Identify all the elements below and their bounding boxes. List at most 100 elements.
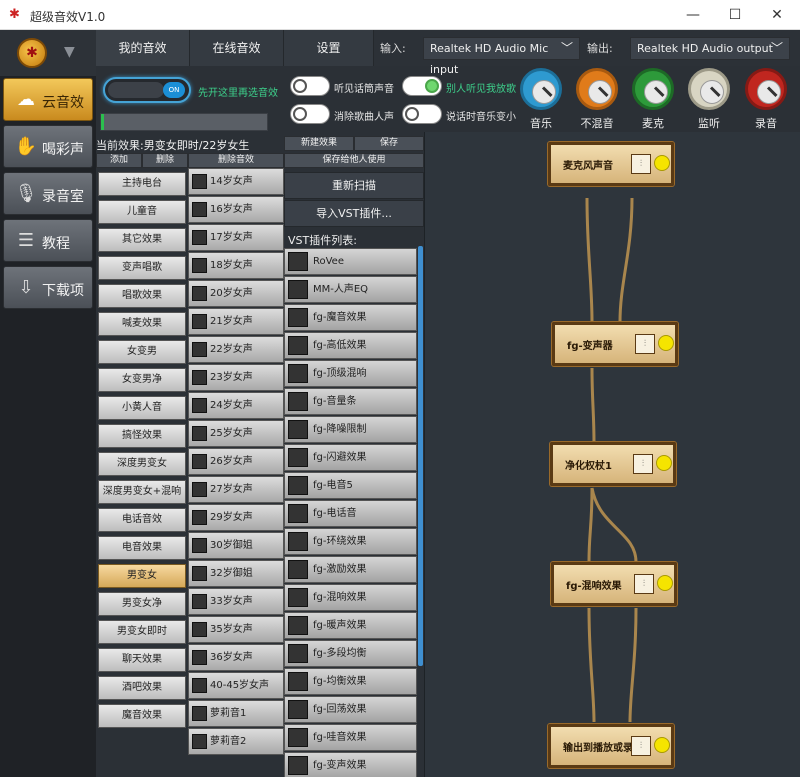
effect-category-item[interactable]: 搞怪效果 bbox=[98, 424, 186, 448]
effect-category-item[interactable]: 电音效果 bbox=[98, 536, 186, 560]
preset-item[interactable]: 40-45岁女声 bbox=[188, 672, 284, 699]
nav-item-cloud-effects[interactable]: ☁ 云音效 bbox=[3, 78, 93, 121]
close-button[interactable]: ✕ bbox=[762, 4, 792, 26]
vst-plugin-item[interactable]: fg-电音5 bbox=[284, 472, 417, 499]
effect-category-item[interactable]: 主持电台 bbox=[98, 172, 186, 196]
preset-item[interactable]: 23岁女声 bbox=[188, 364, 284, 391]
no-mix-dial[interactable]: 不混音 bbox=[575, 68, 619, 131]
vst-plugin-item[interactable]: fg-哇音效果 bbox=[284, 724, 417, 751]
delete-effect-button[interactable]: 删除音效 bbox=[188, 153, 284, 168]
effect-category-item[interactable]: 男变女即时 bbox=[98, 620, 186, 644]
tab-my-effects[interactable]: 我的音效 bbox=[96, 30, 190, 66]
record-dial[interactable]: 录音 bbox=[744, 68, 788, 131]
vst-scrollbar[interactable] bbox=[418, 246, 423, 666]
vst-plugin-item[interactable]: fg-环绕效果 bbox=[284, 528, 417, 555]
effect-node[interactable]: fg-混响效果 ⫶ bbox=[551, 562, 677, 606]
equalizer-settings-icon[interactable]: ⫶ bbox=[631, 736, 651, 756]
preset-item[interactable]: 35岁女声 bbox=[188, 616, 284, 643]
preset-item[interactable]: 22岁女声 bbox=[188, 336, 284, 363]
preset-item[interactable]: 16岁女声 bbox=[188, 196, 284, 223]
effect-node[interactable]: 输出到播放或录音 ⫶ bbox=[548, 724, 674, 768]
dial-icon[interactable] bbox=[576, 68, 618, 110]
vst-plugin-item[interactable]: fg-回荡效果 bbox=[284, 696, 417, 723]
effect-category-item[interactable]: 酒吧效果 bbox=[98, 676, 186, 700]
switch-off[interactable] bbox=[402, 104, 442, 124]
preset-item[interactable]: 14岁女声 bbox=[188, 168, 284, 195]
monitor-dial[interactable]: 监听 bbox=[687, 68, 731, 131]
effect-category-item[interactable]: 儿童音 bbox=[98, 200, 186, 224]
master-toggle[interactable]: ON bbox=[103, 77, 191, 103]
vst-plugin-item[interactable]: fg-降噪限制 bbox=[284, 416, 417, 443]
import-vst-button[interactable]: 导入VST插件... bbox=[284, 200, 424, 227]
preset-item[interactable]: 萝莉音2 bbox=[188, 728, 284, 755]
effect-category-item[interactable]: 变声唱歌 bbox=[98, 256, 186, 280]
effect-category-item[interactable]: 唱歌效果 bbox=[98, 284, 186, 308]
vst-plugin-item[interactable]: fg-变声效果 bbox=[284, 752, 417, 777]
dial-icon[interactable] bbox=[745, 68, 787, 110]
dial-icon[interactable] bbox=[688, 68, 730, 110]
equalizer-settings-icon[interactable]: ⫶ bbox=[631, 154, 651, 174]
vst-plugin-item[interactable]: fg-暖声效果 bbox=[284, 612, 417, 639]
nav-item-tutorial[interactable]: ☰ 教程 bbox=[3, 219, 93, 262]
effect-category-item[interactable]: 深度男变女+混响 bbox=[98, 480, 186, 504]
nav-item-studio[interactable]: 🎙 录音室 bbox=[3, 172, 93, 215]
maximize-button[interactable]: ☐ bbox=[720, 4, 750, 26]
minimize-button[interactable]: — bbox=[678, 4, 708, 26]
effect-category-item[interactable]: 女变男 bbox=[98, 340, 186, 364]
tab-settings[interactable]: 设置 bbox=[284, 30, 374, 66]
effect-category-item[interactable]: 其它效果 bbox=[98, 228, 186, 252]
mic-dial[interactable]: 麦克 bbox=[631, 68, 675, 131]
nav-item-downloads[interactable]: ⇩ 下载项 bbox=[3, 266, 93, 309]
vst-plugin-item[interactable]: fg-闪避效果 bbox=[284, 444, 417, 471]
new-effect-button[interactable]: 新建效果 bbox=[284, 136, 354, 151]
output-device-select[interactable]: Realtek HD Audio output ﹀ bbox=[630, 37, 790, 60]
preset-item[interactable]: 20岁女声 bbox=[188, 280, 284, 307]
vst-plugin-item[interactable]: fg-混响效果 bbox=[284, 584, 417, 611]
preset-item[interactable]: 25岁女声 bbox=[188, 420, 284, 447]
menu-dropdown-icon[interactable]: ▼ bbox=[64, 44, 75, 60]
equalizer-settings-icon[interactable]: ⫶ bbox=[635, 334, 655, 354]
vst-plugin-item[interactable]: fg-顶级混响 bbox=[284, 360, 417, 387]
music-dial[interactable]: 音乐 bbox=[519, 68, 563, 131]
preset-item[interactable]: 29岁女声 bbox=[188, 504, 284, 531]
preset-item[interactable]: 21岁女声 bbox=[188, 308, 284, 335]
effect-category-item[interactable]: 电话音效 bbox=[98, 508, 186, 532]
preset-item[interactable]: 36岁女声 bbox=[188, 644, 284, 671]
effect-category-item[interactable]: 小黄人音 bbox=[98, 396, 186, 420]
switch-on[interactable] bbox=[402, 76, 442, 96]
input-device-select[interactable]: Realtek HD Audio Mic input ﹀ bbox=[423, 37, 580, 76]
preset-item[interactable]: 26岁女声 bbox=[188, 448, 284, 475]
preset-item[interactable]: 17岁女声 bbox=[188, 224, 284, 251]
switch-off[interactable] bbox=[290, 76, 330, 96]
rescan-button[interactable]: 重新扫描 bbox=[284, 172, 424, 199]
vst-plugin-item[interactable]: MM-人声EQ bbox=[284, 276, 417, 303]
preset-item[interactable]: 30岁御姐 bbox=[188, 532, 284, 559]
preset-item[interactable]: 32岁御姐 bbox=[188, 560, 284, 587]
vst-plugin-item[interactable]: fg-多段均衡 bbox=[284, 640, 417, 667]
vst-plugin-item[interactable]: fg-高低效果 bbox=[284, 332, 417, 359]
add-button[interactable]: 添加 bbox=[96, 153, 142, 168]
effect-node[interactable]: 麦克风声音 ⫶ bbox=[548, 142, 674, 186]
preset-item[interactable]: 27岁女声 bbox=[188, 476, 284, 503]
preset-item[interactable]: 18岁女声 bbox=[188, 252, 284, 279]
effect-node[interactable]: 净化权杖1 ⫶ bbox=[550, 442, 676, 486]
preset-item[interactable]: 萝莉音1 bbox=[188, 700, 284, 727]
dial-icon[interactable] bbox=[632, 68, 674, 110]
switch-off[interactable] bbox=[290, 104, 330, 124]
preset-item[interactable]: 24岁女声 bbox=[188, 392, 284, 419]
equalizer-settings-icon[interactable]: ⫶ bbox=[633, 454, 653, 474]
vst-plugin-item[interactable]: fg-均衡效果 bbox=[284, 668, 417, 695]
vst-plugin-item[interactable]: RoVee bbox=[284, 248, 417, 275]
effect-category-item[interactable]: 女变男净 bbox=[98, 368, 186, 392]
effect-category-item[interactable]: 魔音效果 bbox=[98, 704, 186, 728]
effect-category-item[interactable]: 男变女 bbox=[98, 564, 186, 588]
nav-item-applause[interactable]: ✋ 喝彩声 bbox=[3, 125, 93, 168]
vst-plugin-item[interactable]: fg-音量条 bbox=[284, 388, 417, 415]
vst-plugin-item[interactable]: fg-电话音 bbox=[284, 500, 417, 527]
effect-node[interactable]: fg-变声器 ⫶ bbox=[552, 322, 678, 366]
effect-category-item[interactable]: 男变女净 bbox=[98, 592, 186, 616]
preset-item[interactable]: 33岁女声 bbox=[188, 588, 284, 615]
save-button[interactable]: 保存 bbox=[354, 136, 424, 151]
effect-category-item[interactable]: 喊麦效果 bbox=[98, 312, 186, 336]
tab-online-effects[interactable]: 在线音效 bbox=[190, 30, 284, 66]
